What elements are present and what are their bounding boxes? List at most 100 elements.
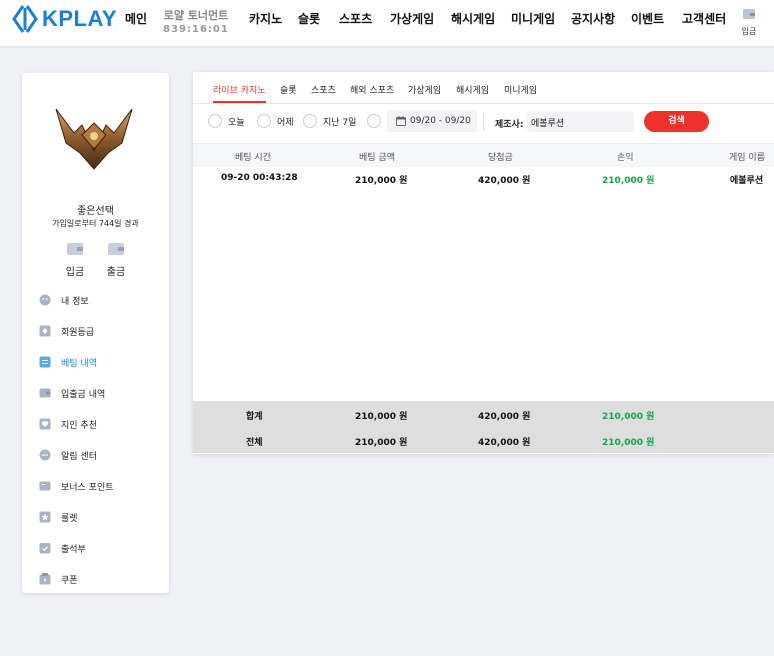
sidebar-item-label: 회원등급 <box>61 327 95 338</box>
rank-badge-icon <box>55 108 133 170</box>
nav-mini[interactable]: 미니게임 <box>511 10 555 27</box>
tournament-label: 로얄 토너먼트 <box>163 9 229 22</box>
radio-circle <box>367 114 381 128</box>
filter-today-radio[interactable]: 오늘 <box>208 114 245 128</box>
total-row: 전체 210,000 원 420,000 원 210,000 원 <box>193 427 774 453</box>
sidebar-deposit-button[interactable]: 입금 <box>62 241 88 278</box>
table-header: 베팅 시간 베팅 금액 당첨금 손익 게임 이름 <box>193 143 774 167</box>
wallet-icon <box>67 243 83 255</box>
sidebar-withdraw-label: 출금 <box>106 267 126 278</box>
table-row[interactable]: 09-20 00:43:28 210,000 원 420,000 원 210,0… <box>193 167 774 189</box>
calendar-check-icon <box>39 543 51 554</box>
game-tabs: 라이브 카지노 슬롯 스포츠 해외 스포츠 가상게임 해시게임 미니게임 <box>193 72 774 104</box>
username: 좋은선택 <box>77 206 114 217</box>
wallet-icon <box>743 9 755 19</box>
subtotal-win: 420,000 원 <box>478 412 531 422</box>
heart-icon <box>39 418 51 430</box>
logo-text: KPLAY <box>42 6 118 31</box>
active-tab-indicator <box>213 101 266 103</box>
sidebar-item-transactions[interactable]: 입출금 내역 <box>39 384 105 402</box>
date-range-text: 09/20 - 09/20 <box>410 116 471 126</box>
joined-duration: 가입일로부터 744일 경과 <box>52 219 139 228</box>
account-sidebar: 좋은선택 가입일로부터 744일 경과 입금 출금 내 정보 회원등급 베팅 내… <box>22 73 169 593</box>
tab-mini[interactable]: 미니게임 <box>504 83 537 96</box>
sidebar-item-referral[interactable]: 지인 추천 <box>39 415 97 433</box>
nav-tournament[interactable]: 로얄 토너먼트 839:16:01 <box>160 9 232 37</box>
filter-last7-radio[interactable]: 지난 7일 <box>303 114 356 128</box>
top-header: KPLAY 메인 로얄 토너먼트 839:16:01 카지노 슬롯 스포츠 가상… <box>0 0 774 46</box>
sidebar-item-label: 보너스 포인트 <box>61 482 114 493</box>
sidebar-item-member-grade[interactable]: 회원등급 <box>39 322 94 340</box>
medal-icon <box>39 325 51 337</box>
wallet-icon <box>108 243 124 255</box>
filter-bar: 오늘 어제 지난 7일 09/20 - 09/20 제조사: 에볼루션 검색 <box>193 105 774 141</box>
sidebar-item-label: 룰렛 <box>61 513 78 524</box>
tab-sports[interactable]: 스포츠 <box>311 83 336 96</box>
tab-virtual[interactable]: 가상게임 <box>408 83 441 96</box>
nav-main[interactable]: 메인 <box>125 10 147 27</box>
roulette-icon <box>39 511 51 523</box>
total-bet: 210,000 원 <box>355 438 408 448</box>
sidebar-item-bet-history[interactable]: 베팅 내역 <box>39 353 97 371</box>
th-profit: 손익 <box>617 153 634 163</box>
maker-label: 제조사: <box>495 120 524 130</box>
nav-support[interactable]: 고객센터 <box>682 10 726 27</box>
face-icon <box>39 294 51 306</box>
chat-icon <box>39 449 51 461</box>
sidebar-item-label: 입출금 내역 <box>61 389 106 400</box>
sidebar-item-label: 내 정보 <box>61 296 89 307</box>
bet-history-panel: 라이브 카지노 슬롯 스포츠 해외 스포츠 가상게임 해시게임 미니게임 오늘 … <box>193 72 774 454</box>
subtotal-row: 합계 210,000 원 420,000 원 210,000 원 <box>193 401 774 427</box>
subtotal-bet: 210,000 원 <box>355 412 408 422</box>
radio-circle <box>257 114 271 128</box>
date-range-picker[interactable]: 09/20 - 09/20 <box>387 110 477 132</box>
sidebar-item-my-info[interactable]: 내 정보 <box>39 291 89 309</box>
nav-event[interactable]: 이벤트 <box>631 10 664 27</box>
nav-slot[interactable]: 슬롯 <box>298 10 320 27</box>
sidebar-item-bonus-points[interactable]: 보너스 포인트 <box>39 477 114 495</box>
sidebar-item-coupon[interactable]: 쿠폰 <box>39 570 78 588</box>
cell-bet-time: 09-20 00:43:28 <box>221 173 298 183</box>
radio-circle <box>208 114 222 128</box>
th-game-name: 게임 이름 <box>729 153 765 163</box>
tab-slot[interactable]: 슬롯 <box>280 83 297 96</box>
nav-virtual[interactable]: 가상게임 <box>390 10 434 27</box>
header-deposit-button[interactable]: 입금 <box>738 6 760 37</box>
nav-sports[interactable]: 스포츠 <box>339 10 372 27</box>
nav-notice[interactable]: 공지사항 <box>571 10 615 27</box>
sidebar-deposit-label: 입금 <box>65 267 85 278</box>
sidebar-item-attendance[interactable]: 출석부 <box>39 539 86 557</box>
cell-winnings: 420,000 원 <box>478 176 531 186</box>
point-icon <box>39 481 51 491</box>
search-button[interactable]: 검색 <box>644 111 709 132</box>
header-deposit-label: 입금 <box>741 27 757 36</box>
filter-yesterday-radio[interactable]: 어제 <box>257 114 294 128</box>
cell-bet-amount: 210,000 원 <box>355 176 408 186</box>
subtotal-label: 합계 <box>246 412 263 422</box>
tab-hash[interactable]: 해시게임 <box>456 83 489 96</box>
total-label: 전체 <box>246 438 263 448</box>
logo-k-icon <box>12 5 38 33</box>
total-win: 420,000 원 <box>478 438 531 448</box>
radio-circle <box>303 114 317 128</box>
sidebar-item-label: 알림 센터 <box>61 451 97 462</box>
cell-game-name: 에볼루션 <box>730 176 764 186</box>
tab-live-casino[interactable]: 라이브 카지노 <box>213 83 266 96</box>
th-bet-time: 베팅 시간 <box>235 153 271 163</box>
nav-hash[interactable]: 해시게임 <box>451 10 495 27</box>
sidebar-item-notifications[interactable]: 알림 센터 <box>39 446 97 464</box>
subtotal-profit: 210,000 원 <box>602 412 655 422</box>
wallet-icon <box>39 388 51 398</box>
sidebar-item-label: 쿠폰 <box>61 575 78 586</box>
filter-today-label: 오늘 <box>228 117 245 128</box>
sidebar-item-label: 베팅 내역 <box>61 358 97 369</box>
maker-select[interactable]: 에볼루션 <box>527 111 634 132</box>
filter-custom-radio[interactable] <box>367 114 387 128</box>
logo[interactable]: KPLAY <box>12 4 117 34</box>
sidebar-withdraw-button[interactable]: 출금 <box>103 241 129 278</box>
tab-overseas-sports[interactable]: 해외 스포츠 <box>350 83 394 96</box>
filter-yesterday-label: 어제 <box>277 117 294 128</box>
sidebar-item-label: 출석부 <box>61 544 86 555</box>
nav-casino[interactable]: 카지노 <box>249 10 282 27</box>
sidebar-item-roulette[interactable]: 룰렛 <box>39 508 78 526</box>
